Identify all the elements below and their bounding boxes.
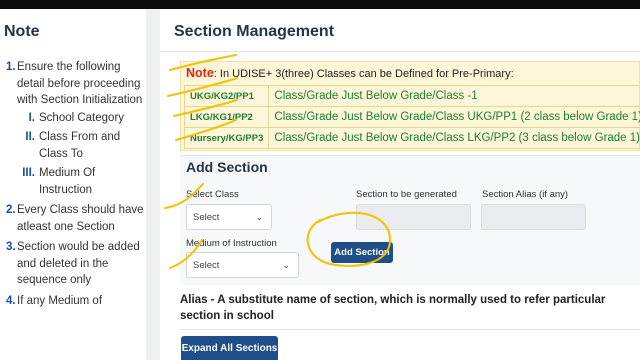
class-desc-cell: Class/Grade Just Below Grade/Class LKG/P… [268, 127, 640, 149]
note-item-text: If any Medium of [17, 294, 103, 307]
medium-value: Select [193, 260, 220, 271]
note-item-number: 4. [6, 294, 16, 307]
section-alias-label: Section Alias (if any) [482, 189, 569, 200]
note-sub-list: I. School Category II. Class From and Cl… [17, 110, 146, 199]
note-item-number: 3. [6, 241, 16, 253]
chevron-down-icon: ⌄ [282, 260, 290, 270]
note-item-number: 2. [6, 204, 16, 216]
page-title: Section Management [174, 23, 335, 40]
select-class-value: Select [193, 212, 220, 223]
expand-all-sections-button[interactable]: Expand All Sections [181, 336, 278, 360]
select-class-label: Select Class [186, 189, 239, 200]
note-list: 1. Ensure the following detail before pr… [6, 59, 146, 313]
pre-primary-class-table: UKG/KG2/PP1 Class/Grade Just Below Grade… [183, 85, 640, 149]
note-item-text: Section would be added and deleted in th… [17, 241, 140, 286]
note-item-text: Ensure the following detail before proce… [17, 61, 143, 106]
add-section-form: Add Section Select Class Select ⌄ Sectio… [180, 155, 640, 285]
add-section-title: Add Section [186, 159, 268, 175]
note-item-number: 1. [6, 61, 16, 73]
note-panel: Note 1. Ensure the following detail befo… [0, 9, 146, 360]
note-item: 2. Every Class should have atleast one S… [6, 202, 146, 235]
add-section-button[interactable]: Add Section [331, 242, 393, 263]
note-sub-text: Class From and Class To [39, 131, 121, 160]
table-row: LKG/KG1/PP2 Class/Grade Just Below Grade… [183, 106, 640, 128]
class-code-cell: Nursery/KG/PP3 [183, 127, 270, 149]
note-sub-text: School Category [39, 111, 125, 124]
pre-primary-note-box: Note: In UDISE+ 3(three) Classes can be … [180, 61, 640, 151]
class-desc-cell: Class/Grade Just Below Grade/Class UKG/P… [268, 106, 640, 128]
medium-label: Medium of Instruction [186, 238, 277, 249]
section-management-panel: Section Management Note: In UDISE+ 3(thr… [160, 9, 640, 360]
note-header: Note: In UDISE+ 3(three) Classes can be … [186, 66, 514, 80]
table-row: Nursery/KG/PP3 Class/Grade Just Below Gr… [183, 127, 640, 149]
note-sub-number: II. [25, 131, 35, 143]
class-desc-cell: Class/Grade Just Below Grade/Class -1 [268, 85, 640, 107]
note-item: 1. Ensure the following detail before pr… [6, 59, 146, 198]
table-row: UKG/KG2/PP1 Class/Grade Just Below Grade… [183, 85, 640, 107]
note-item: 3. Section would be added and deleted in… [6, 239, 146, 289]
panel-divider [146, 9, 160, 360]
title-divider [160, 51, 640, 52]
section-alias-input[interactable] [481, 204, 586, 230]
note-sub-number: I. [28, 111, 35, 124]
note-label: Note [186, 66, 214, 80]
note-sub-number: III. [22, 167, 35, 179]
section-generated-label: Section to be generated [356, 189, 457, 200]
note-sub-text: Medium Of Instruction [39, 167, 96, 196]
note-item-text: Every Class should have atleast one Sect… [17, 204, 144, 233]
class-code-cell: UKG/KG2/PP1 [183, 85, 270, 107]
class-code-cell: LKG/KG1/PP2 [183, 106, 270, 128]
note-title: Note [4, 23, 40, 40]
select-class-dropdown[interactable]: Select ⌄ [186, 204, 272, 230]
medium-dropdown[interactable]: Select ⌄ [186, 252, 299, 278]
alias-divider [180, 329, 640, 330]
chevron-down-icon: ⌄ [255, 212, 263, 222]
top-bar [0, 0, 640, 9]
note-sub-item: I. School Category [17, 110, 146, 127]
alias-description: Alias - A substitute name of section, wh… [180, 294, 606, 322]
note-sub-item: II. Class From and Class To [17, 129, 146, 162]
note-sub-item: III. Medium Of Instruction [17, 165, 146, 198]
note-item: 4. If any Medium of [6, 293, 146, 310]
section-generated-field [356, 204, 471, 230]
note-header-text: : In UDISE+ 3(three) Classes can be Defi… [213, 68, 514, 80]
